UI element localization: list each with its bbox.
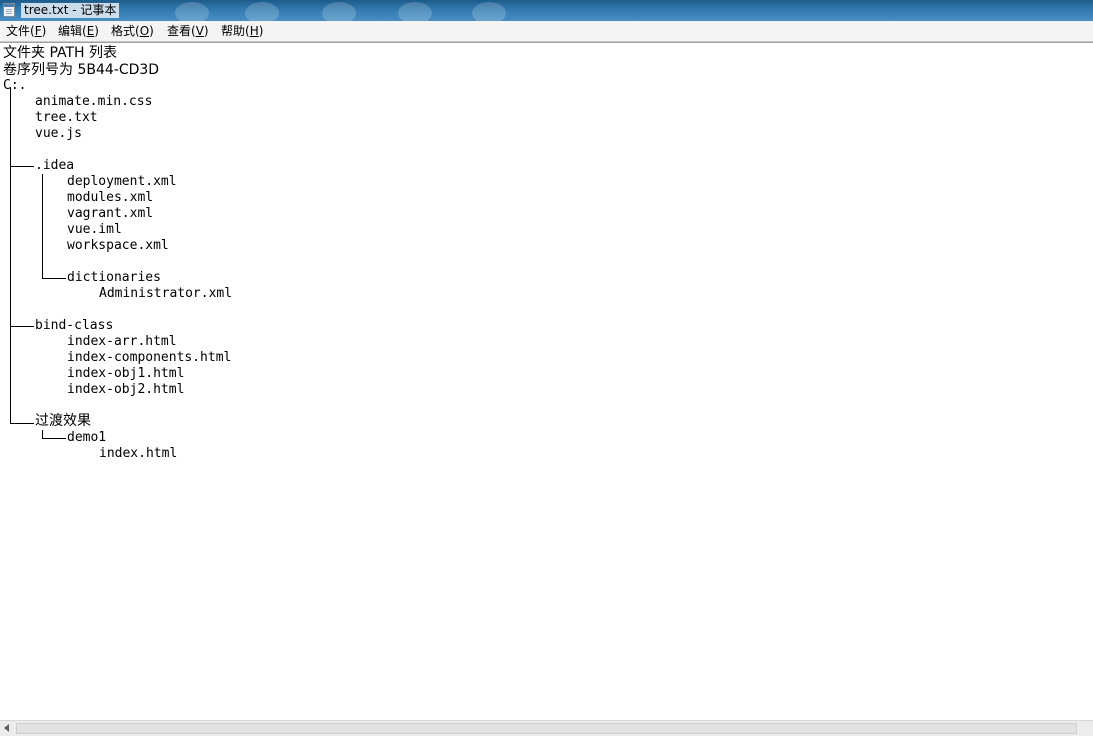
desktop-blur-shape [322, 2, 356, 21]
menu-view[interactable]: 查看(V) [167, 24, 209, 39]
folder-entry: demo1 [67, 430, 107, 445]
notepad-window: tree.txt - 记事本 文件(F) 编辑(E) 格式(O) 查看(V) 帮… [0, 0, 1093, 736]
tree-branch-line [10, 326, 34, 327]
menu-format[interactable]: 格式(O) [111, 24, 154, 39]
menu-help[interactable]: 帮助(H) [221, 24, 263, 39]
file-entry: modules.xml [67, 190, 154, 205]
tree-trunk-line [42, 430, 43, 438]
desktop-blur-shape [245, 2, 279, 21]
tree-trunk-line [10, 87, 11, 424]
tree-branch-line [10, 166, 34, 167]
file-entry: index-obj1.html [67, 366, 185, 381]
text-editor[interactable]: 文件夹 PATH 列表 卷序列号为 5B44-CD3D C:. animate.… [0, 42, 1093, 720]
file-entry: animate.min.css [35, 94, 153, 109]
scroll-left-arrow-icon[interactable] [4, 724, 9, 732]
file-entry: deployment.xml [67, 174, 177, 189]
menu-bar: 文件(F) 编辑(E) 格式(O) 查看(V) 帮助(H) [0, 21, 1093, 42]
folder-entry: .idea [35, 158, 75, 173]
file-entry: index-obj2.html [67, 382, 185, 397]
menu-edit[interactable]: 编辑(E) [58, 24, 99, 39]
file-entry: index-components.html [67, 350, 232, 365]
menu-file[interactable]: 文件(F) [6, 24, 46, 39]
desktop-blur-shape [398, 2, 432, 21]
tree-branch-line [42, 278, 66, 279]
folder-entry: 过渡效果 [35, 413, 91, 429]
file-entry: index-arr.html [67, 334, 177, 349]
file-entry: vue.js [35, 126, 82, 141]
folder-entry: dictionaries [67, 270, 161, 285]
file-entry: tree.txt [35, 110, 98, 125]
tree-branch-line [42, 438, 66, 439]
file-entry: Administrator.xml [99, 286, 233, 301]
desktop-blur-shape [175, 2, 209, 21]
notepad-icon[interactable] [3, 3, 15, 17]
file-entry: workspace.xml [67, 238, 169, 253]
horizontal-scrollbar[interactable] [0, 720, 1093, 736]
folder-entry: bind-class [35, 318, 114, 333]
header-line: 文件夹 PATH 列表 [3, 45, 118, 61]
tree-branch-line [10, 423, 34, 424]
desktop-blur-shape [472, 2, 506, 21]
tree-trunk-line [42, 174, 43, 278]
title-bar[interactable]: tree.txt - 记事本 [0, 0, 1093, 21]
file-entry: vue.iml [67, 222, 122, 237]
file-entry: vagrant.xml [67, 206, 154, 221]
header-line: 卷序列号为 5B44-CD3D [3, 62, 160, 78]
file-entry: index.html [99, 446, 178, 461]
scrollbar-thumb[interactable] [16, 723, 1077, 734]
window-title: tree.txt - 记事本 [21, 3, 120, 18]
root-path: C:. [3, 78, 27, 93]
